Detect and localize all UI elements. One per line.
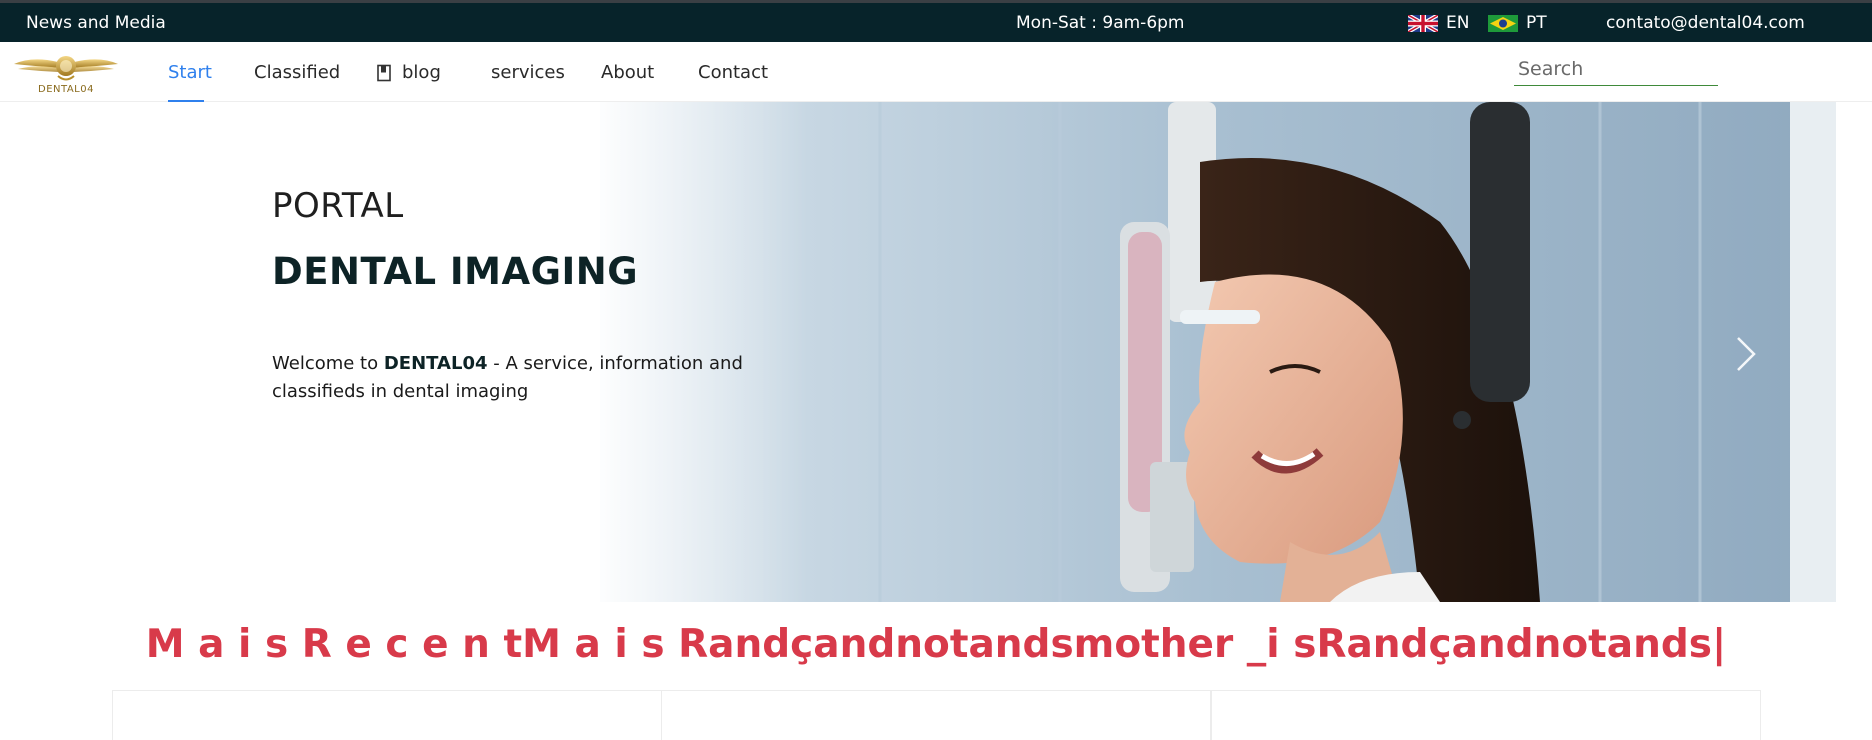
nav-classified[interactable]: Classified	[254, 62, 340, 83]
nav-blog[interactable]: blog	[376, 62, 441, 83]
search-input[interactable]	[1514, 52, 1718, 86]
contact-email-link[interactable]: contato@dental04.com	[1606, 13, 1805, 33]
nav-classified-label: Classified	[254, 62, 341, 83]
recent-section-headline: M a i s R e c e n tM a i s Randçandnotan…	[145, 622, 1727, 667]
language-en-label: EN	[1446, 13, 1470, 33]
logo-text: DENTAL04	[38, 84, 94, 95]
nav-about-label: About	[601, 62, 655, 83]
hero-text-prefix: Welcome to	[272, 353, 384, 374]
hero-title-portal: PORTAL	[272, 186, 404, 226]
business-hours: Mon-Sat : 9am-6pm	[1016, 13, 1185, 33]
hero-title-dental-imaging: DENTAL IMAGING	[272, 250, 639, 293]
main-navbar: DENTAL04 Start Classified blog services …	[0, 42, 1872, 102]
hero-carousel: PORTAL DENTAL IMAGING Welcome to DENTAL0…	[0, 102, 1872, 602]
carousel-next-arrow-icon[interactable]	[1730, 332, 1760, 376]
nav-contact-label: Contact	[698, 62, 769, 83]
hero-text-brand: DENTAL04	[383, 353, 488, 374]
nav-services[interactable]: services	[491, 62, 565, 83]
nav-about[interactable]: About	[601, 62, 654, 83]
nav-start[interactable]: Start	[168, 62, 212, 83]
bookmark-icon	[377, 64, 391, 81]
language-en-link[interactable]: EN	[1408, 13, 1469, 33]
hero-welcome-text: Welcome to DENTAL04 - A service, informa…	[272, 350, 802, 406]
nav-contact[interactable]: Contact	[698, 62, 768, 83]
recent-card-3[interactable]	[1211, 690, 1761, 740]
news-media-label: News and Media	[26, 13, 166, 33]
winged-emblem-icon	[14, 56, 118, 81]
recent-card-1[interactable]	[112, 690, 662, 740]
brazil-flag-icon	[1488, 14, 1518, 32]
top-bar: News and Media Mon-Sat : 9am-6pm EN PT c…	[0, 0, 1872, 42]
nav-blog-label: blog	[402, 62, 441, 83]
language-pt-label: PT	[1526, 13, 1547, 33]
nav-services-label: services	[491, 62, 565, 83]
uk-flag-icon	[1408, 14, 1438, 32]
nav-start-label: Start	[168, 62, 212, 83]
language-pt-link[interactable]: PT	[1488, 13, 1547, 33]
dental04-logo[interactable]: DENTAL04	[12, 50, 120, 96]
recent-card-2[interactable]	[661, 690, 1211, 740]
